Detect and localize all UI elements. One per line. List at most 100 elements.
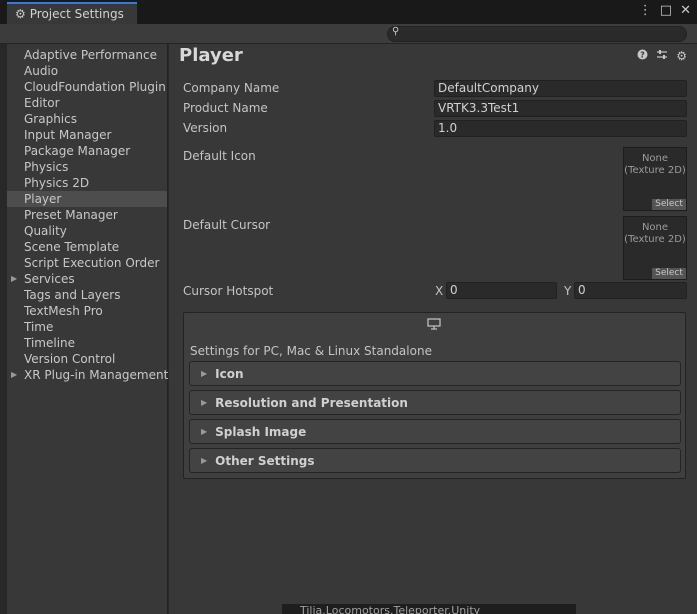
hotspot-x-label: X bbox=[435, 284, 444, 298]
toolbar: ⚲ bbox=[0, 24, 697, 44]
sidebar-item-preset-manager[interactable]: Preset Manager bbox=[7, 207, 167, 223]
default-cursor-type-text: (Texture 2D) bbox=[624, 234, 686, 245]
sidebar-item-version-control[interactable]: Version Control bbox=[7, 351, 167, 367]
hotspot-x-field[interactable]: 0 bbox=[446, 282, 557, 299]
sidebar-item-label: Graphics bbox=[24, 112, 77, 126]
sidebar-item-graphics[interactable]: Graphics bbox=[7, 111, 167, 127]
svg-text:?: ? bbox=[640, 51, 645, 60]
foldout-arrow-icon: ▶ bbox=[201, 398, 208, 407]
sidebar-item-xr-plug-in-management[interactable]: ▶ XR Plug-in Management bbox=[7, 367, 169, 383]
product-name-label: Product Name bbox=[183, 101, 268, 115]
sidebar-item-cloudfoundation-plugin[interactable]: CloudFoundation Plugin bbox=[7, 79, 167, 95]
sidebar-item-time[interactable]: Time bbox=[7, 319, 167, 335]
sidebar-item-package-manager[interactable]: Package Manager bbox=[7, 143, 167, 159]
default-icon-type-text: (Texture 2D) bbox=[624, 165, 686, 176]
sidebar-item-label: Adaptive Performance bbox=[24, 48, 157, 62]
sidebar-item-label: Physics 2D bbox=[24, 176, 90, 190]
sidebar-item-quality[interactable]: Quality bbox=[7, 223, 167, 239]
header-icons: ? ⚙ bbox=[637, 49, 687, 63]
sidebar-item-label: CloudFoundation Plugin bbox=[24, 80, 166, 94]
sidebar-item-label: Quality bbox=[24, 224, 67, 238]
settings-nav-list: Adaptive Performance Audio CloudFoundation… bbox=[7, 44, 169, 383]
search-icon: ⚲ bbox=[392, 26, 400, 37]
sidebar-item-physics[interactable]: Physics bbox=[7, 159, 167, 175]
sidebar-item-label: Services bbox=[24, 272, 75, 286]
sidebar-item-label: Time bbox=[24, 320, 54, 334]
default-cursor-none-text: None bbox=[641, 222, 669, 233]
sidebar-item-label: Editor bbox=[24, 96, 60, 110]
platform-label: Settings for PC, Mac & Linux Standalone bbox=[190, 344, 432, 358]
sidebar-item-label: Player bbox=[24, 192, 62, 206]
settings-gear-icon[interactable]: ⚙ bbox=[676, 49, 687, 63]
sidebar-item-label: Preset Manager bbox=[24, 208, 118, 222]
window-controls: ⋮ □ ✕ bbox=[639, 3, 691, 18]
preset-sliders-icon[interactable] bbox=[656, 49, 668, 63]
window-tab-bar: ⚙ Project Settings ⋮ □ ✕ bbox=[0, 0, 697, 24]
sidebar-item-label: Version Control bbox=[24, 352, 116, 366]
project-settings-tab[interactable]: ⚙ Project Settings bbox=[7, 2, 137, 24]
foldout-arrow-icon: ▶ bbox=[201, 456, 208, 465]
sidebar-item-label: Scene Template bbox=[24, 240, 120, 254]
platform-settings-box: Settings for PC, Mac & Linux Standalone … bbox=[183, 312, 686, 479]
sidebar-item-label: Timeline bbox=[24, 336, 76, 350]
section-splash-image[interactable]: ▶ Splash Image bbox=[189, 419, 681, 444]
company-name-field[interactable]: DefaultCompany bbox=[434, 80, 687, 97]
version-label: Version bbox=[183, 121, 228, 135]
hotspot-y-label: Y bbox=[564, 284, 572, 298]
background-window-strip: Tilia.Locomotors.Teleporter.Unity bbox=[282, 604, 576, 614]
sidebar-item-input-manager[interactable]: Input Manager bbox=[7, 127, 167, 143]
sidebar-item-timeline[interactable]: Timeline bbox=[7, 335, 167, 351]
sidebar-item-tags-and-layers[interactable]: Tags and Layers bbox=[7, 287, 167, 303]
section-label: Splash Image bbox=[215, 424, 307, 439]
default-icon-select-button[interactable]: Select bbox=[652, 199, 686, 210]
close-icon[interactable]: ✕ bbox=[680, 3, 691, 18]
maximize-icon[interactable]: □ bbox=[660, 3, 672, 18]
sidebar-item-label: Script Execution Order bbox=[24, 256, 160, 270]
help-icon[interactable]: ? bbox=[637, 49, 648, 63]
section-resolution-and-presentation[interactable]: ▶ Resolution and Presentation bbox=[189, 390, 681, 415]
sidebar-item-services[interactable]: ▶ Services bbox=[7, 271, 167, 287]
company-name-label: Company Name bbox=[183, 81, 280, 95]
sidebar-item-label: TextMesh Pro bbox=[24, 304, 103, 318]
section-other-settings[interactable]: ▶ Other Settings bbox=[189, 448, 681, 473]
sidebar-item-scene-template[interactable]: Scene Template bbox=[7, 239, 167, 255]
expand-arrow-icon[interactable]: ▶ bbox=[11, 367, 17, 383]
sidebar-item-player[interactable]: Player bbox=[7, 191, 167, 207]
foldout-arrow-icon: ▶ bbox=[201, 427, 208, 436]
sidebar-item-script-execution-order[interactable]: Script Execution Order bbox=[7, 255, 167, 271]
sidebar-item-label: Input Manager bbox=[24, 128, 112, 142]
default-icon-label: Default Icon bbox=[183, 149, 256, 163]
product-name-field[interactable]: VRTK3.3Test1 bbox=[434, 100, 687, 117]
standalone-platform-tab[interactable] bbox=[427, 318, 441, 333]
section-icon[interactable]: ▶ Icon bbox=[189, 361, 681, 386]
version-field[interactable]: 1.0 bbox=[434, 120, 687, 137]
default-cursor-object-field[interactable]: None (Texture 2D) Select bbox=[623, 216, 687, 280]
tab-title: Project Settings bbox=[29, 7, 124, 21]
cursor-hotspot-label: Cursor Hotspot bbox=[183, 284, 274, 298]
expand-arrow-icon[interactable]: ▶ bbox=[11, 271, 17, 287]
menu-icon[interactable]: ⋮ bbox=[639, 3, 652, 18]
sidebar-item-adaptive-performance[interactable]: Adaptive Performance bbox=[7, 47, 167, 63]
monitor-icon bbox=[427, 318, 441, 333]
sidebar: Adaptive Performance Audio CloudFoundation… bbox=[7, 44, 168, 614]
sidebar-item-label: XR Plug-in Management bbox=[24, 368, 169, 382]
default-cursor-select-button[interactable]: Select bbox=[652, 268, 686, 279]
sidebar-item-audio[interactable]: Audio bbox=[7, 63, 167, 79]
background-window-title: Tilia.Locomotors.Teleporter.Unity bbox=[300, 604, 481, 614]
default-icon-object-field[interactable]: None (Texture 2D) Select bbox=[623, 147, 687, 211]
page-title: Player bbox=[179, 45, 243, 66]
sidebar-item-label: Tags and Layers bbox=[24, 288, 121, 302]
sidebar-item-physics-2d[interactable]: Physics 2D bbox=[7, 175, 167, 191]
section-label: Icon bbox=[215, 366, 244, 381]
sidebar-item-textmesh-pro[interactable]: TextMesh Pro bbox=[7, 303, 167, 319]
default-cursor-label: Default Cursor bbox=[183, 218, 271, 232]
foldout-arrow-icon: ▶ bbox=[201, 369, 208, 378]
sidebar-item-label: Audio bbox=[24, 64, 59, 78]
sidebar-item-label: Physics bbox=[24, 160, 69, 174]
default-icon-none-text: None bbox=[641, 153, 669, 164]
section-label: Resolution and Presentation bbox=[215, 395, 408, 410]
search-input[interactable]: ⚲ bbox=[387, 26, 687, 42]
player-settings-panel: Player ? ⚙ Company Name DefaultCompany P… bbox=[169, 44, 697, 614]
hotspot-y-field[interactable]: 0 bbox=[574, 282, 687, 299]
sidebar-item-editor[interactable]: Editor bbox=[7, 95, 167, 111]
